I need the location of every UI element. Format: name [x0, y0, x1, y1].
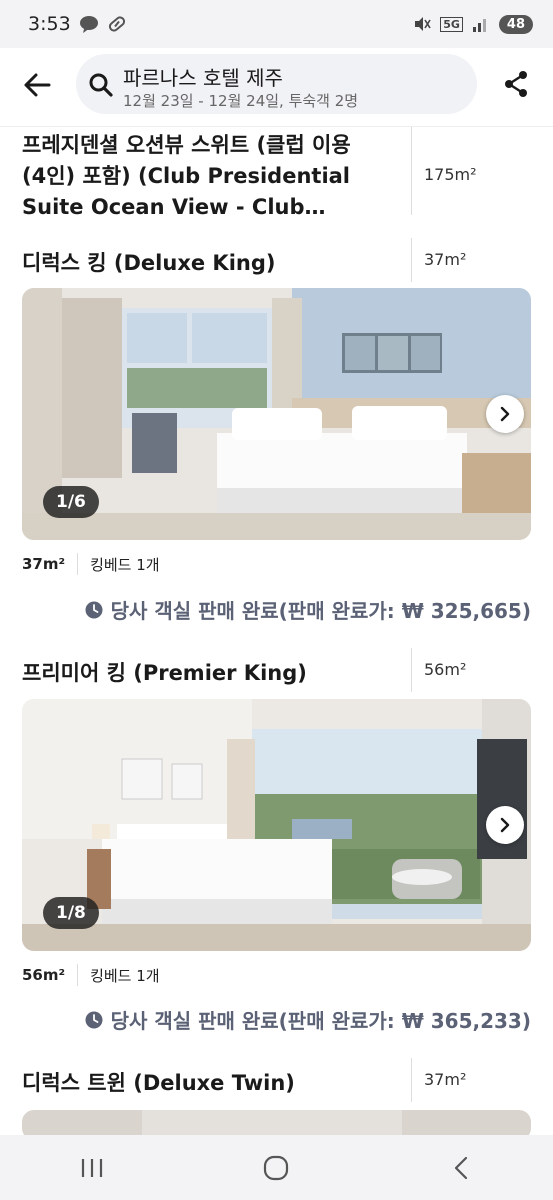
room-size: 175m² — [424, 165, 477, 184]
soldout-text: 당사 객실 판매 완료(판매 완료가: ₩ 365,233) — [110, 1009, 531, 1033]
divider — [411, 238, 412, 282]
talk-icon — [79, 16, 98, 33]
clock-icon — [85, 601, 103, 618]
status-time: 3:53 — [28, 13, 71, 35]
divider — [77, 964, 79, 986]
photo-counter: 1/8 — [43, 897, 99, 929]
room-size: 56m² — [424, 660, 467, 679]
status-right: 5G 48 — [413, 14, 533, 34]
room-specs: 37m² 킹베드 1개 — [22, 553, 160, 575]
nav-back-icon — [454, 1156, 467, 1179]
mute-icon — [415, 17, 431, 31]
room-name: 프리미어 킹 (Premier King) — [22, 661, 307, 685]
home-button[interactable] — [246, 1143, 306, 1193]
room-name: 프레지덴셜 오션뷰 스위트 (클럽 이용(4인) 포함) (Club Presi… — [22, 133, 351, 219]
room-list: 프레지덴셜 오션뷰 스위트 (클럽 이용(4인) 포함) (Club Presi… — [0, 127, 553, 1135]
room-name: 디럭스 킹 (Deluxe King) — [22, 251, 276, 275]
soldout-notice: 당사 객실 판매 완료(판매 완료가: ₩ 325,665) — [85, 595, 531, 624]
room-photo-image — [22, 1110, 531, 1135]
signal-icon — [472, 19, 486, 32]
home-icon — [264, 1155, 289, 1180]
header: 파르나스 호텔 제주 12월 23일 - 12월 24일, 투숙객 2명 — [0, 48, 553, 127]
room-specs: 56m² 킹베드 1개 — [22, 964, 160, 986]
system-nav-bar — [0, 1135, 553, 1200]
nav-back-button[interactable] — [431, 1143, 491, 1193]
room-card-presidential[interactable]: 프레지덴셜 오션뷰 스위트 (클럽 이용(4인) 포함) (Club Presi… — [0, 127, 553, 222]
room-photo[interactable] — [22, 1110, 531, 1135]
soldout-notice: 당사 객실 판매 완료(판매 완료가: ₩ 365,233) — [85, 1005, 531, 1034]
spec-bed: 킹베드 1개 — [90, 966, 160, 985]
divider — [411, 1058, 412, 1102]
back-button[interactable] — [14, 62, 60, 108]
spec-bed: 킹베드 1개 — [90, 555, 160, 574]
status-bar: 3:53 5G 48 — [0, 0, 553, 48]
divider — [411, 648, 412, 692]
next-photo-button[interactable] — [486, 806, 524, 844]
divider — [77, 553, 79, 575]
room-name: 디럭스 트윈 (Deluxe Twin) — [22, 1071, 295, 1095]
search-summary[interactable]: 파르나스 호텔 제주 12월 23일 - 12월 24일, 투숙객 2명 — [76, 54, 477, 114]
status-left: 3:53 — [28, 13, 127, 35]
recents-button[interactable] — [62, 1143, 122, 1193]
network-badge: 5G — [440, 16, 463, 32]
divider — [411, 127, 412, 215]
photo-counter: 1/6 — [43, 486, 99, 518]
recents-icon — [82, 1158, 103, 1177]
chevron-right-icon — [500, 817, 510, 833]
room-size: 37m² — [424, 1070, 467, 1089]
share-icon — [505, 71, 527, 97]
search-subtitle: 12월 23일 - 12월 24일, 투숙객 2명 — [123, 92, 359, 110]
soldout-text: 당사 객실 판매 완료(판매 완료가: ₩ 325,665) — [110, 599, 531, 623]
room-card-premier-king[interactable]: 프리미어 킹 (Premier King) 56m² 1/8 56m² 킹베드 … — [0, 648, 553, 1048]
spec-size: 56m² — [22, 966, 66, 984]
pill-icon — [108, 16, 125, 32]
next-photo-button[interactable] — [486, 395, 524, 433]
room-photo[interactable]: 1/6 — [22, 288, 531, 540]
search-icon — [89, 73, 113, 97]
room-card-deluxe-king[interactable]: 디럭스 킹 (Deluxe King) 37m² 1/6 37m² 킹베드 1개… — [0, 238, 553, 638]
search-title: 파르나스 호텔 제주 — [123, 66, 283, 90]
room-size: 37m² — [424, 250, 467, 269]
arrow-left-icon — [24, 73, 51, 97]
battery-indicator: 48 — [498, 14, 533, 34]
spec-size: 37m² — [22, 555, 66, 573]
room-photo[interactable]: 1/8 — [22, 699, 531, 951]
room-card-deluxe-twin[interactable]: 디럭스 트윈 (Deluxe Twin) 37m² — [0, 1058, 553, 1135]
chevron-right-icon — [500, 406, 510, 422]
clock-icon — [85, 1011, 103, 1028]
share-button[interactable] — [494, 62, 538, 106]
